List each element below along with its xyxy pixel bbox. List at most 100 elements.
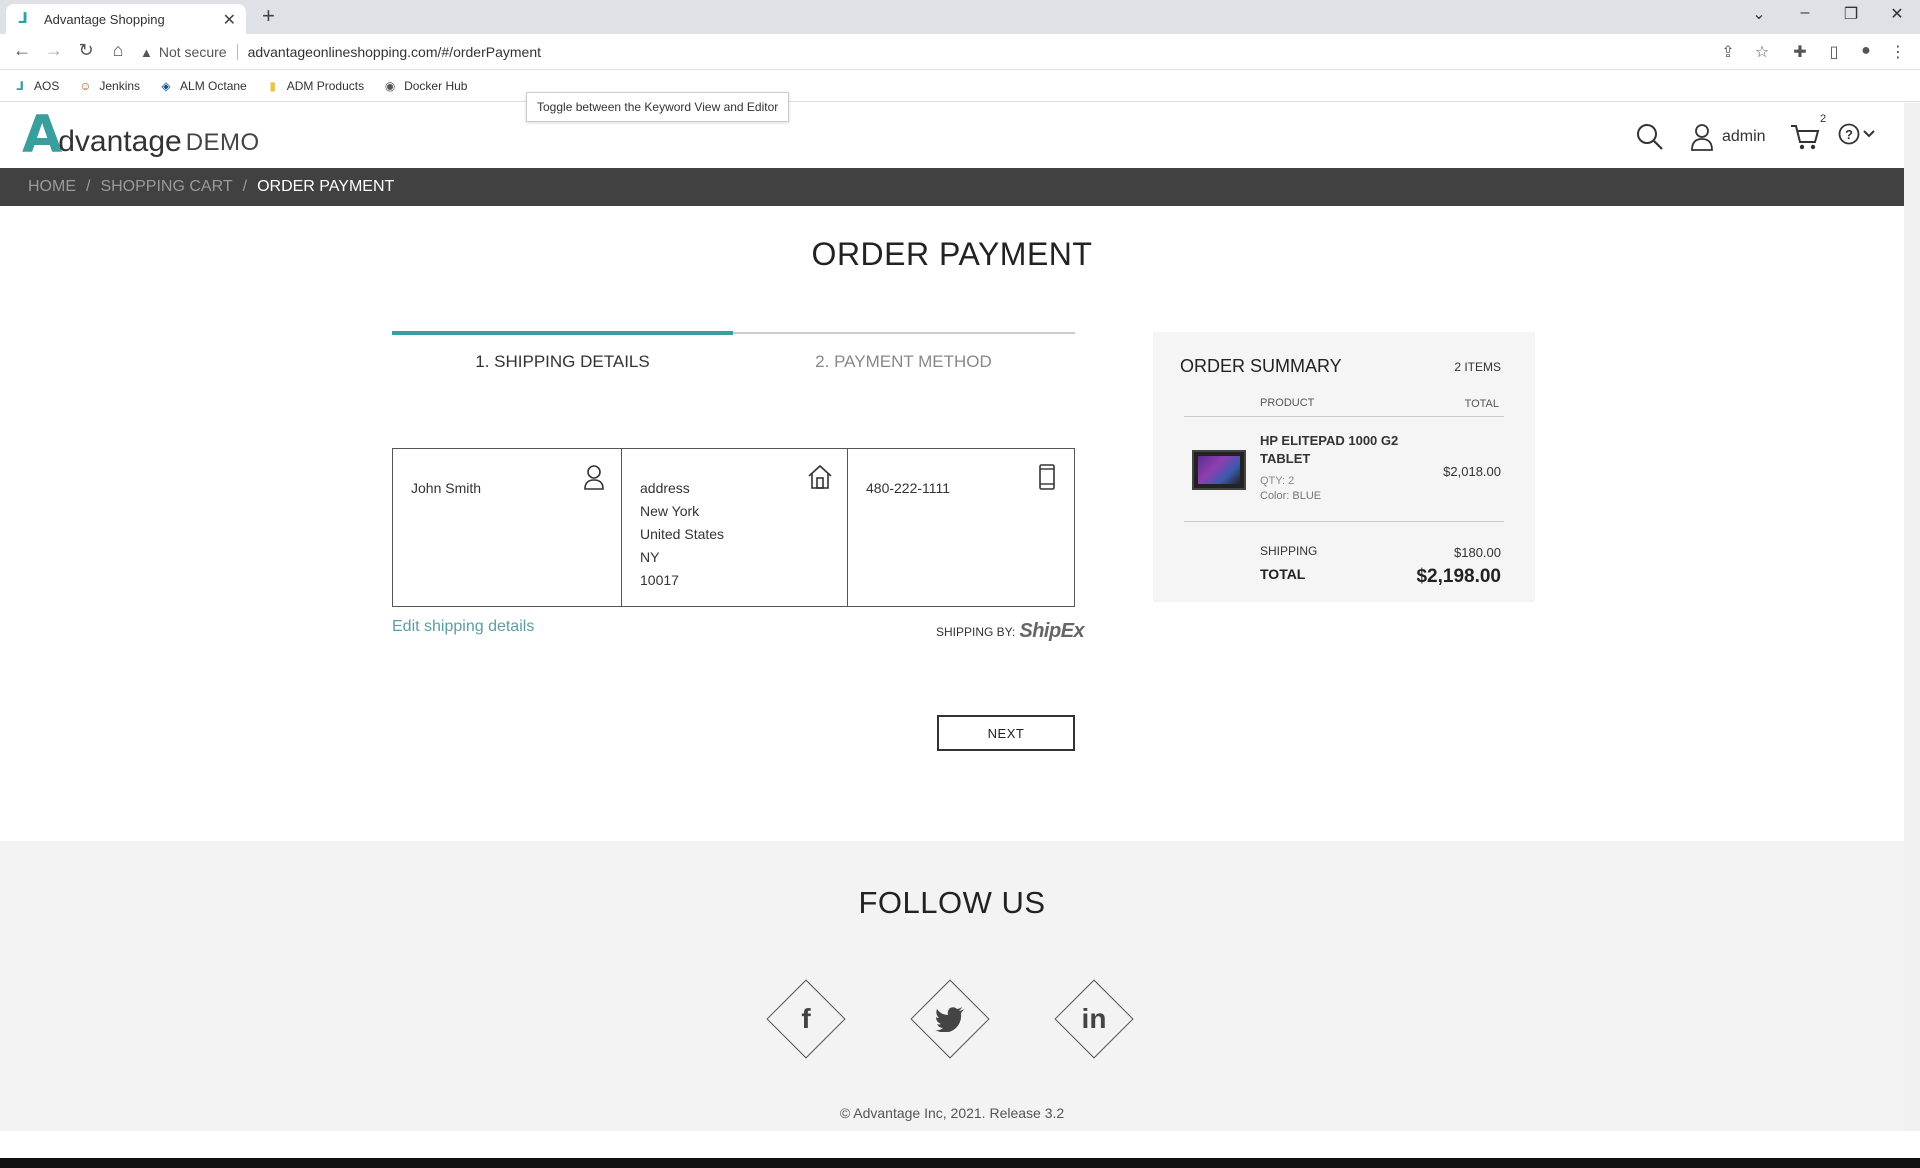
shipping-name: John Smith bbox=[411, 480, 482, 496]
next-button[interactable]: NEXT bbox=[937, 715, 1075, 751]
logo-letter: A bbox=[22, 105, 63, 165]
total-value: $2,198.00 bbox=[1416, 566, 1501, 587]
url-separator bbox=[236, 44, 238, 60]
facebook-link[interactable]: f bbox=[766, 979, 846, 1059]
os-taskbar bbox=[0, 1158, 1920, 1168]
home-icon bbox=[808, 464, 832, 489]
order-summary-title: ORDER SUMMARY bbox=[1180, 356, 1342, 376]
linkedin-icon: in bbox=[1081, 1003, 1107, 1034]
divider bbox=[1184, 416, 1504, 417]
shipping-phone-cell: 480-222-1111 bbox=[847, 449, 1074, 606]
docker-icon: ◉ bbox=[384, 78, 396, 93]
breadcrumb-separator: / bbox=[86, 178, 91, 195]
page-scrollbar[interactable] bbox=[1904, 103, 1920, 1131]
phone-icon bbox=[1039, 464, 1055, 490]
user-icon bbox=[584, 465, 604, 490]
product-color: Color: BLUE bbox=[1260, 490, 1322, 502]
sidepanel-icon[interactable]: ▯ bbox=[1824, 42, 1844, 62]
bookmark-label: Docker Hub bbox=[404, 78, 468, 93]
order-summary: ORDER SUMMARY 2 ITEMS PRODUCT TOTAL HP E… bbox=[1153, 332, 1535, 602]
edit-shipping-details-link[interactable]: Edit shipping details bbox=[392, 618, 534, 636]
steps-active-indicator bbox=[392, 331, 733, 335]
bookmark-star-icon[interactable]: ☆ bbox=[1752, 42, 1772, 62]
menu-icon[interactable]: ⋮ bbox=[1888, 42, 1908, 62]
bookmark-alm-octane[interactable]: ◈ ALM Octane bbox=[158, 78, 246, 94]
breadcrumb-separator: / bbox=[242, 178, 248, 195]
site-footer: FOLLOW US f in © Advantage Inc, 2021. Re… bbox=[0, 841, 1904, 1131]
shipex-logo: ShipEx bbox=[1019, 620, 1085, 642]
copyright: © Advantage Inc, 2021. Release 3.2 bbox=[839, 1105, 1065, 1121]
address-zip: 10017 bbox=[640, 572, 679, 588]
bookmark-docker-hub[interactable]: ◉ Docker Hub bbox=[382, 78, 468, 94]
bookmark-jenkins[interactable]: ☺ Jenkins bbox=[77, 78, 140, 94]
octane-icon: ◈ bbox=[161, 78, 171, 93]
tab-title: Advantage Shopping bbox=[44, 11, 165, 27]
page-title: ORDER PAYMENT bbox=[811, 236, 1093, 272]
browser-tab[interactable]: ⅃ Advantage Shopping ✕ bbox=[6, 4, 246, 34]
shipping-name-cell: John Smith bbox=[393, 449, 621, 606]
column-header-product: PRODUCT bbox=[1260, 397, 1315, 409]
close-tab-icon[interactable]: ✕ bbox=[223, 10, 236, 30]
bookmark-label: Jenkins bbox=[99, 78, 141, 93]
shipping-address-cell: address New York United States NY 10017 bbox=[621, 449, 847, 606]
tab-search-icon[interactable]: ⌄ bbox=[1744, 4, 1774, 24]
aos-icon: ⅃ bbox=[16, 78, 24, 93]
cart-icon[interactable] bbox=[1790, 123, 1820, 151]
help-menu[interactable]: ? bbox=[1838, 123, 1876, 145]
site-logo[interactable]: A dvantage DEMO bbox=[22, 105, 260, 165]
reload-icon[interactable]: ↻ bbox=[74, 40, 98, 61]
chevron-down-icon bbox=[1863, 130, 1875, 138]
user-icon bbox=[1691, 124, 1713, 151]
new-tab-button[interactable]: + bbox=[262, 4, 275, 28]
back-icon[interactable]: ← bbox=[10, 40, 34, 61]
address-city: New York bbox=[640, 503, 700, 519]
profile-icon[interactable]: ● bbox=[1856, 42, 1876, 60]
username: admin bbox=[1722, 128, 1766, 145]
shipping-by-label: SHIPPING BY: bbox=[936, 624, 1016, 639]
shipping-value: $180.00 bbox=[1454, 545, 1501, 560]
breadcrumb-home[interactable]: HOME bbox=[28, 178, 76, 196]
address-bar: ← → ↻ ⌂ ▲ Not secure advantageonlineshop… bbox=[0, 34, 1920, 70]
bookmark-label: ADM Products bbox=[286, 78, 365, 93]
url-text[interactable]: advantageonlineshopping.com/#/orderPayme… bbox=[248, 44, 541, 60]
checkout-steps: 1. SHIPPING DETAILS 2. PAYMENT METHOD bbox=[392, 331, 1075, 372]
not-secure-label: Not secure bbox=[158, 44, 227, 60]
folder-icon: ▮ bbox=[269, 78, 277, 93]
follow-us-heading: FOLLOW US bbox=[858, 885, 1046, 920]
shipping-phone: 480-222-1111 bbox=[866, 480, 951, 496]
forward-icon[interactable]: → bbox=[42, 40, 66, 61]
tab-shipping-details[interactable]: 1. SHIPPING DETAILS bbox=[392, 352, 733, 372]
breadcrumb-current: ORDER PAYMENT bbox=[257, 178, 395, 195]
jenkins-icon: ☺ bbox=[79, 78, 92, 93]
product-qty: QTY: 2 bbox=[1260, 475, 1295, 487]
items-count: 2 ITEMS bbox=[1454, 360, 1501, 374]
home-icon[interactable]: ⌂ bbox=[106, 40, 130, 61]
total-label: TOTAL bbox=[1260, 566, 1306, 582]
product-thumbnail[interactable] bbox=[1192, 450, 1246, 490]
restore-icon[interactable]: ❐ bbox=[1836, 4, 1866, 24]
close-window-icon[interactable]: ✕ bbox=[1882, 4, 1912, 24]
linkedin-link[interactable]: in bbox=[1054, 979, 1134, 1059]
breadcrumb: HOME / SHOPPING CART / ORDER PAYMENT bbox=[0, 168, 1904, 206]
twitter-link[interactable] bbox=[910, 979, 990, 1059]
share-icon[interactable]: ⇪ bbox=[1718, 42, 1738, 62]
product-price: $2,018.00 bbox=[1443, 464, 1501, 479]
bookmark-aos[interactable]: ⅃ AOS bbox=[12, 78, 59, 94]
twitter-icon bbox=[935, 1007, 964, 1032]
url-bar[interactable]: ▲ Not secure advantageonlineshopping.com… bbox=[140, 39, 1780, 65]
user-menu[interactable]: admin bbox=[1690, 123, 1766, 151]
address-country: United States bbox=[640, 526, 725, 542]
browser-tabbar: ⅃ Advantage Shopping ✕ + ⌄ – ❐ ✕ bbox=[0, 0, 1920, 34]
breadcrumb-shopping-cart[interactable]: SHOPPING CART bbox=[100, 178, 232, 196]
cart-count-badge: 2 bbox=[1820, 113, 1827, 125]
warning-icon: ▲ bbox=[140, 44, 153, 60]
extensions-icon[interactable]: ✚ bbox=[1790, 42, 1810, 62]
minimize-icon[interactable]: – bbox=[1790, 4, 1820, 22]
bookmark-adm-products[interactable]: ▮ ADM Products bbox=[265, 78, 364, 94]
product-name: HP ELITEPAD 1000 G2 TABLET bbox=[1260, 433, 1399, 466]
tooltip: Toggle between the Keyword View and Edit… bbox=[526, 92, 790, 122]
search-icon[interactable] bbox=[1636, 123, 1664, 151]
tab-payment-method[interactable]: 2. PAYMENT METHOD bbox=[733, 352, 1074, 372]
site-favicon-icon: ⅃ bbox=[18, 10, 28, 27]
column-header-total: TOTAL bbox=[1464, 398, 1499, 410]
